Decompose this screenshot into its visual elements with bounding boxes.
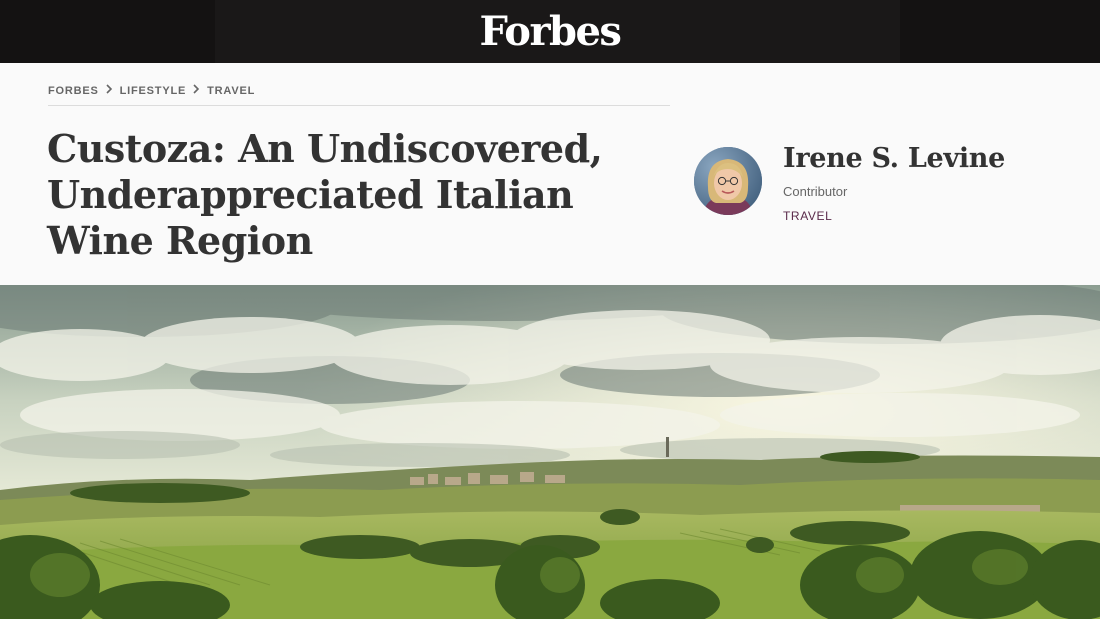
chevron-right-icon — [193, 84, 200, 97]
top-navigation-bar: Forbes — [0, 0, 1100, 63]
breadcrumb-lifestyle[interactable]: LIFESTYLE — [120, 85, 186, 97]
article-headline: Custoza: An Undiscovered, Underappreciat… — [47, 126, 603, 263]
article-header: FORBES LIFESTYLE TRAVEL Custoza: An Undi… — [0, 63, 1100, 285]
hero-image-vineyard — [0, 285, 1100, 619]
breadcrumb-forbes[interactable]: FORBES — [48, 85, 99, 97]
chevron-right-icon — [106, 84, 113, 97]
author-name[interactable]: Irene S. Levine — [783, 143, 1005, 174]
breadcrumb: FORBES LIFESTYLE TRAVEL — [48, 84, 255, 97]
author-block: Irene S. Levine Contributor TRAVEL — [694, 143, 1074, 227]
forbes-logo[interactable]: Forbes — [0, 6, 1100, 58]
breadcrumb-travel[interactable]: TRAVEL — [207, 85, 255, 97]
author-avatar[interactable] — [694, 147, 762, 215]
author-role: Contributor — [783, 184, 848, 199]
author-section-link[interactable]: TRAVEL — [783, 209, 832, 223]
divider — [48, 105, 670, 106]
